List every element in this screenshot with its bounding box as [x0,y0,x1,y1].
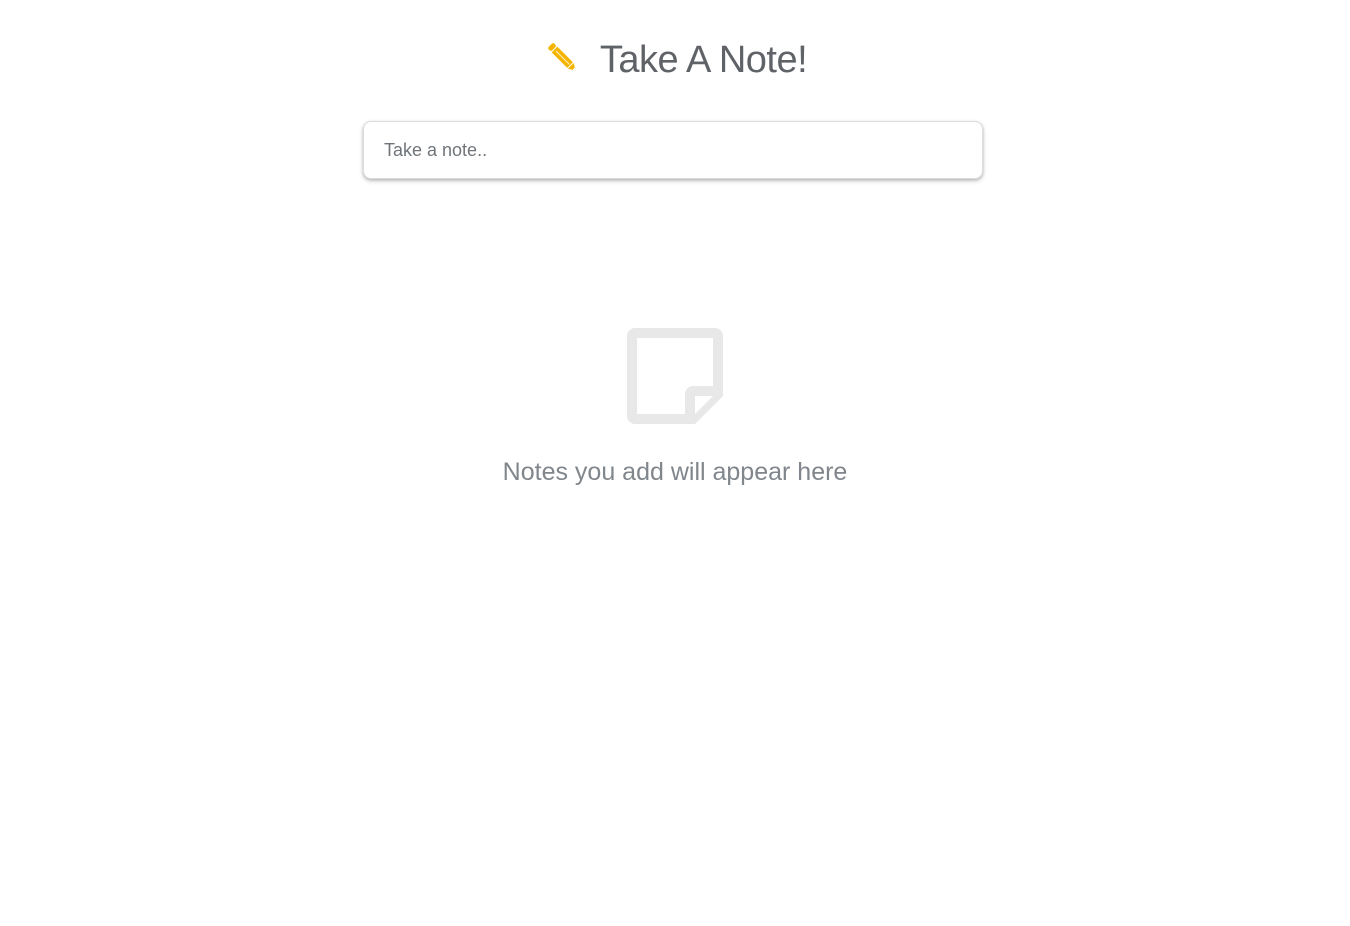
page-title: Take A Note! [599,38,808,81]
pencil-icon [543,38,583,78]
app-header: Take A Note! [0,32,1350,88]
note-input[interactable] [364,122,982,178]
page: Take A Note! Notes you add will appear h… [0,0,1350,926]
note-input-container [363,121,983,179]
empty-state: Notes you add will appear here [0,326,1350,487]
sticky-note-icon [625,326,725,426]
empty-state-message: Notes you add will appear here [502,458,848,486]
